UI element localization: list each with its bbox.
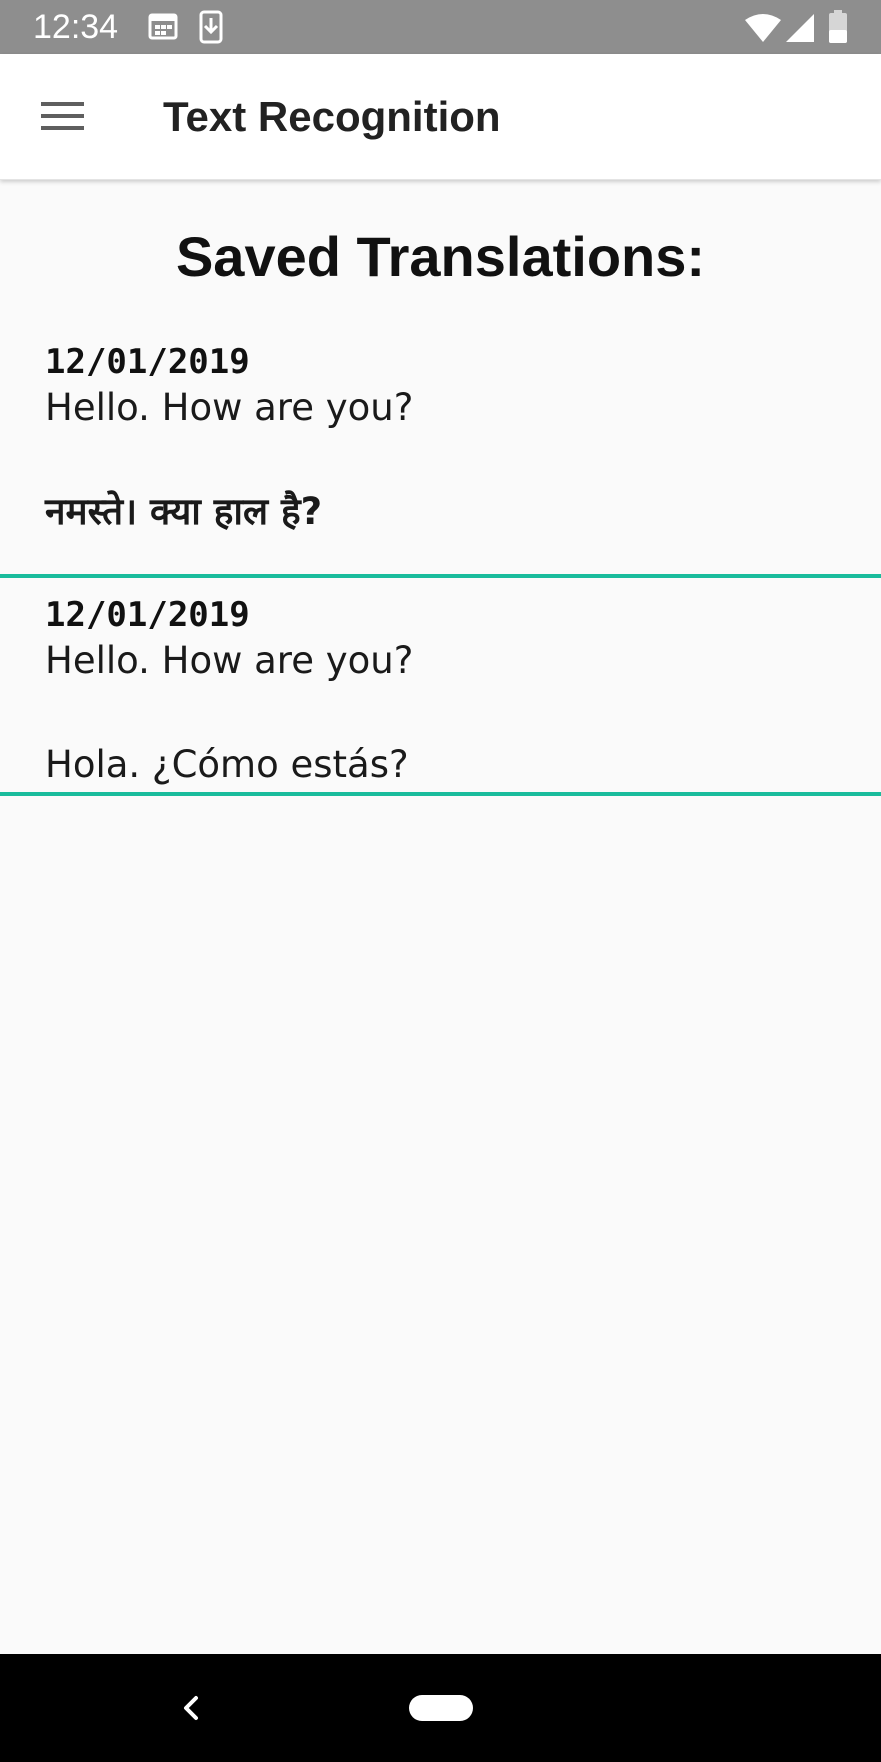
- menu-button[interactable]: [24, 85, 102, 147]
- app-bar: Text Recognition: [0, 54, 881, 180]
- calendar-icon: [148, 12, 178, 44]
- status-time: 12:34: [33, 8, 119, 46]
- translation-source-text: Hello. How are you?: [45, 386, 414, 429]
- translation-result-text: नमस्ते। क्या हाल है?: [45, 490, 323, 533]
- home-pill-icon[interactable]: [409, 1695, 473, 1721]
- back-button[interactable]: [176, 1686, 206, 1730]
- translation-result-text: Hola. ¿Cómo estás?: [45, 743, 409, 786]
- system-nav-bar: [0, 1654, 881, 1762]
- translation-source-text: Hello. How are you?: [45, 639, 414, 682]
- battery-icon: [828, 10, 848, 48]
- translation-date: 12/01/2019: [45, 595, 250, 635]
- translation-date: 12/01/2019: [45, 342, 250, 382]
- signal-icon: [786, 14, 814, 46]
- translation-card[interactable]: 12/01/2019 Hello. How are you? नमस्ते। क…: [0, 328, 881, 578]
- wifi-icon: [745, 14, 781, 46]
- app-title: Text Recognition: [163, 93, 501, 140]
- hamburger-menu-icon: [24, 102, 102, 151]
- download-icon: [199, 10, 223, 48]
- back-chevron-icon: [176, 1696, 206, 1734]
- translation-card[interactable]: 12/01/2019 Hello. How are you? Hola. ¿Có…: [0, 543, 881, 796]
- page-title: Saved Translations:: [175, 225, 706, 288]
- status-bar: 12:34: [0, 0, 881, 54]
